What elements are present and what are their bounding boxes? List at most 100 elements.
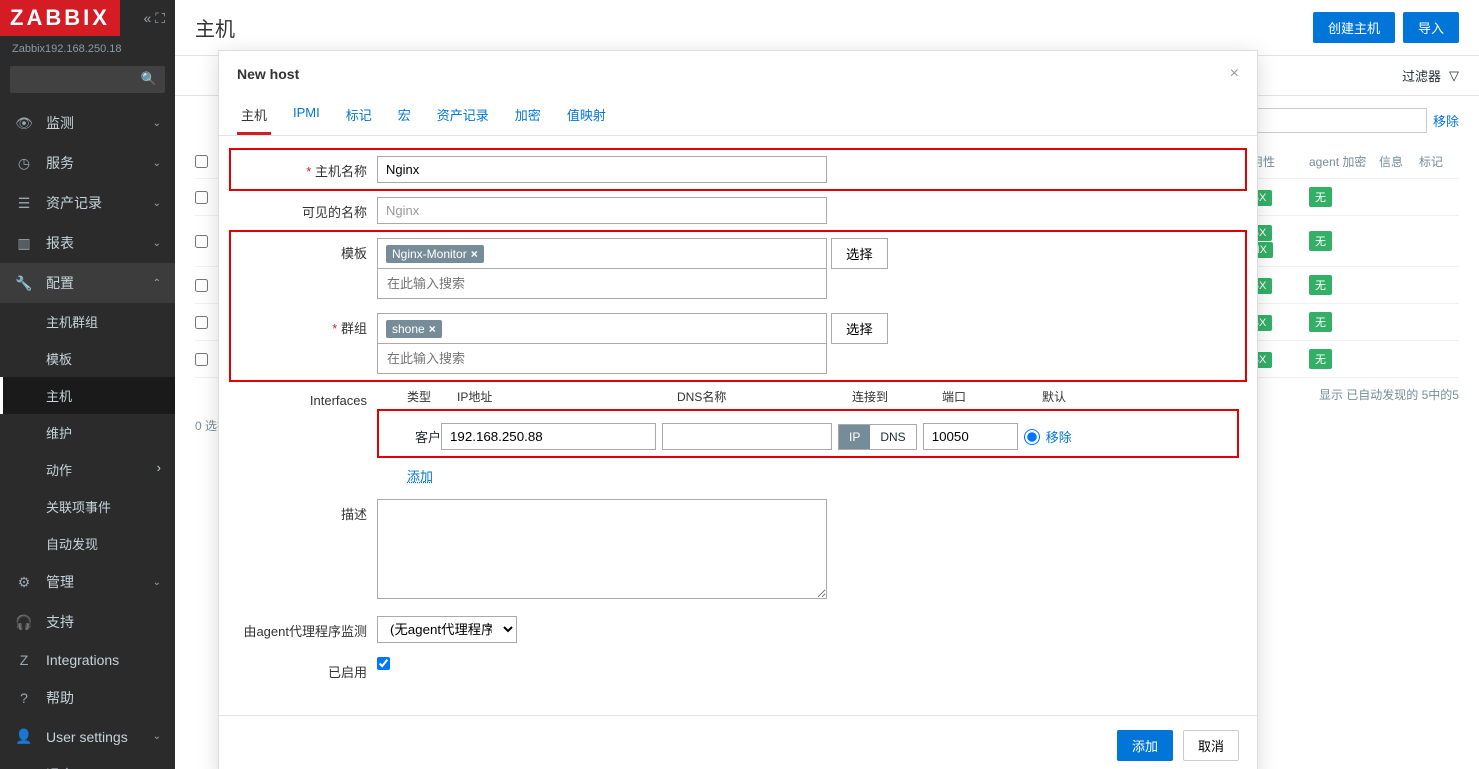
row-checkbox[interactable] — [195, 316, 208, 329]
sub-actions[interactable]: 动作› — [0, 451, 175, 488]
groups-tagbox[interactable]: shone× — [377, 313, 827, 344]
gear-icon: ⚙ — [14, 574, 34, 591]
create-host-button[interactable]: 创建主机 — [1313, 12, 1395, 43]
tab-host[interactable]: 主机 — [237, 97, 271, 135]
row-checkbox[interactable] — [195, 191, 208, 204]
none-badge: 无 — [1309, 231, 1332, 251]
sub-templates[interactable]: 模板 — [0, 340, 175, 377]
ih-type: 类型 — [407, 388, 457, 405]
modal-title: New host — [237, 66, 299, 82]
nav-logout[interactable]: ⏻退出 — [0, 755, 175, 769]
top-actions: 创建主机 导入 — [1313, 12, 1459, 43]
add-interface-link[interactable]: 添加 — [407, 469, 433, 484]
eye-icon: 👁 — [14, 115, 34, 132]
nav-services[interactable]: ◷服务⌄ — [0, 143, 175, 183]
highlight-templates-groups: 模板 Nginx-Monitor× 选择 * 群组 sh — [229, 230, 1247, 382]
tab-inventory[interactable]: 资产记录 — [433, 97, 493, 135]
ih-dns: DNS名称 — [677, 388, 852, 405]
sub-label: 动作 — [46, 460, 72, 479]
groups-search-input[interactable] — [384, 348, 820, 369]
description-textarea[interactable] — [377, 499, 827, 599]
templates-select-button[interactable]: 选择 — [831, 238, 888, 269]
sub-hosts[interactable]: 主机 — [0, 377, 175, 414]
nav-label: User settings — [46, 729, 128, 745]
filter-icon[interactable]: ▽ — [1449, 68, 1459, 84]
modal-body: * 主机名称 可见的名称 模板 Nginx-Monitor× 选择 — [219, 136, 1257, 715]
filter-remove-link[interactable]: 移除 — [1433, 111, 1459, 130]
nav-user-settings[interactable]: 👤User settings⌄ — [0, 718, 175, 755]
add-button[interactable]: 添加 — [1117, 730, 1173, 761]
chevron-down-icon: ⌄ — [153, 577, 161, 588]
label-hostname: * 主机名称 — [237, 156, 377, 180]
none-badge: 无 — [1309, 187, 1332, 207]
tab-macros[interactable]: 宏 — [394, 97, 415, 135]
th-info[interactable]: 信息 — [1379, 153, 1419, 170]
iface-port-input[interactable] — [923, 423, 1018, 450]
nav-label: 配置 — [46, 273, 74, 293]
nav-reports[interactable]: ▥报表⌄ — [0, 223, 175, 263]
interface-row: 客户端 IP DNS 移除 — [385, 423, 1231, 450]
row-checkbox[interactable] — [195, 279, 208, 292]
templates-search-input[interactable] — [384, 273, 820, 294]
iface-remove-link[interactable]: 移除 — [1046, 427, 1072, 446]
groups-search[interactable] — [377, 344, 827, 374]
sub-discovery[interactable]: 自动发现 — [0, 525, 175, 562]
tab-encryption[interactable]: 加密 — [511, 97, 545, 135]
iface-dns-input[interactable] — [662, 423, 832, 450]
visible-name-input[interactable] — [377, 197, 827, 224]
th-agent[interactable]: agent 加密 — [1309, 153, 1379, 170]
th-tags[interactable]: 标记 — [1419, 153, 1459, 170]
tab-tags[interactable]: 标记 — [342, 97, 376, 135]
nav-label: 服务 — [46, 153, 74, 173]
hostname-input[interactable] — [377, 156, 827, 183]
filter-label[interactable]: 过滤器 — [1402, 66, 1441, 85]
import-button[interactable]: 导入 — [1403, 12, 1459, 43]
wrench-icon: 🔧 — [14, 275, 34, 292]
chevron-down-icon: ⌄ — [153, 198, 161, 209]
iface-default-radio[interactable] — [1024, 429, 1040, 445]
nav-label: 管理 — [46, 572, 74, 592]
sub-maintenance[interactable]: 维护 — [0, 414, 175, 451]
toggle-ip[interactable]: IP — [839, 425, 870, 449]
tab-ipmi[interactable]: IPMI — [289, 97, 324, 135]
templates-tagbox[interactable]: Nginx-Monitor× — [377, 238, 827, 269]
logo[interactable]: ZABBIX — [0, 0, 120, 36]
ih-default: 默认 — [1042, 388, 1066, 405]
row-checkbox[interactable] — [195, 353, 208, 366]
topbar: 主机 创建主机 导入 — [175, 0, 1479, 56]
highlight-hostname: * 主机名称 — [229, 148, 1247, 191]
tab-valuemap[interactable]: 值映射 — [563, 97, 610, 135]
enabled-checkbox[interactable] — [377, 657, 390, 670]
chevron-down-icon: ⌄ — [153, 238, 161, 249]
nav-support[interactable]: 🎧支持 — [0, 602, 175, 642]
nav-monitoring[interactable]: 👁监测⌄ — [0, 103, 175, 143]
close-icon[interactable]: × — [1230, 65, 1239, 83]
nav-integrations[interactable]: ZIntegrations — [0, 642, 175, 678]
remove-tag-icon[interactable]: × — [471, 247, 478, 261]
search-icon[interactable]: 🔍 — [141, 71, 157, 87]
nav-inventory[interactable]: ☰资产记录⌄ — [0, 183, 175, 223]
groups-select-button[interactable]: 选择 — [831, 313, 888, 344]
nav-admin[interactable]: ⚙ 管理 ⌄ — [0, 562, 175, 602]
iface-connect-toggle[interactable]: IP DNS — [838, 424, 917, 450]
row-checkbox[interactable] — [195, 235, 208, 248]
nav-label: Integrations — [46, 652, 119, 668]
iface-ip-input[interactable] — [441, 423, 656, 450]
nav-help[interactable]: ?帮助 — [0, 678, 175, 718]
sub-host-groups[interactable]: 主机群组 — [0, 303, 175, 340]
new-host-modal: New host × 主机 IPMI 标记 宏 资产记录 加密 值映射 * 主机… — [218, 50, 1258, 769]
sidebar-collapse-icons[interactable]: « ⛶ — [144, 10, 175, 27]
sub-correlation[interactable]: 关联项事件 — [0, 488, 175, 525]
template-tag: Nginx-Monitor× — [386, 245, 484, 263]
select-all-checkbox[interactable] — [195, 155, 208, 168]
cancel-button[interactable]: 取消 — [1183, 730, 1239, 761]
remove-tag-icon[interactable]: × — [429, 322, 436, 336]
nav-configuration[interactable]: 🔧配置⌃ — [0, 263, 175, 303]
nav-label: 退出 — [46, 765, 74, 769]
page-title: 主机 — [195, 13, 235, 42]
ih-port: 端口 — [942, 388, 1042, 405]
toggle-dns[interactable]: DNS — [870, 425, 915, 449]
proxy-select[interactable]: (无agent代理程序) — [377, 616, 517, 643]
templates-search[interactable] — [377, 269, 827, 299]
none-badge: 无 — [1309, 275, 1332, 295]
